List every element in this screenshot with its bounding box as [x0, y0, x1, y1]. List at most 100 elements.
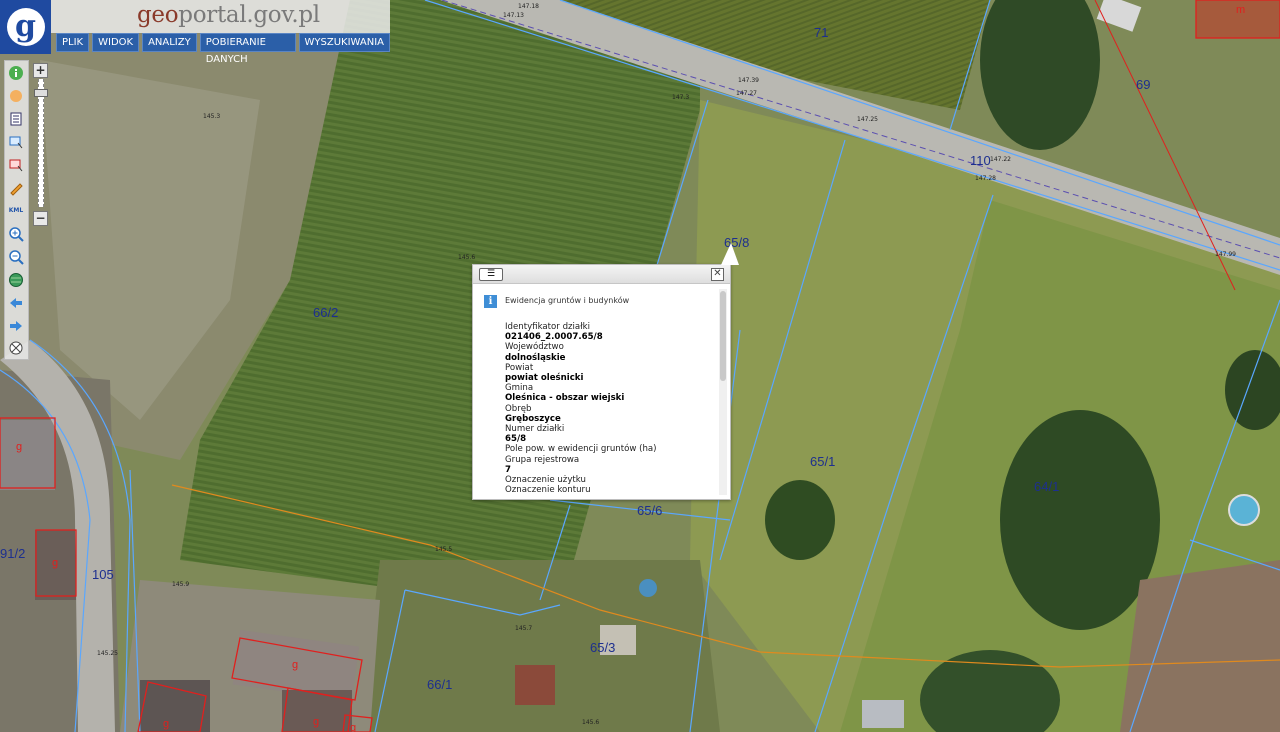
parcel-label: 65/1 — [810, 454, 835, 469]
building-mark: g — [52, 557, 58, 569]
elevation-label: 147.22 — [990, 156, 1011, 163]
tank — [639, 579, 657, 597]
feature-info-popup: ☰ ✕ i Ewidencja gruntów i budynków Ident… — [472, 243, 739, 500]
building-mark: g — [292, 659, 298, 671]
building-mark: g — [313, 716, 319, 728]
select-rect-icon[interactable] — [8, 134, 24, 150]
field-value: powiat oleśnicki — [505, 373, 584, 384]
popup-list-back-button[interactable]: ☰ — [479, 268, 503, 281]
logo-letter: g — [6, 8, 45, 46]
elevation-label: 145.5 — [435, 546, 452, 553]
parcel-label: 66/2 — [313, 305, 338, 320]
building-mark: g — [350, 722, 356, 732]
menu-analizy[interactable]: ANALIZY — [142, 33, 197, 52]
globe-icon[interactable] — [8, 272, 24, 288]
field-value: Gręboszyce — [505, 413, 561, 424]
clear-icon[interactable] — [8, 340, 24, 356]
elevation-label: 147.3 — [672, 94, 689, 101]
yard-right — [1120, 560, 1280, 732]
parcel-label: 91/2 — [0, 546, 25, 561]
parcel-attributes: Identyfikator działki 021406_2.0007.65/8… — [505, 322, 710, 495]
zoom-out-button[interactable]: − — [33, 211, 48, 226]
popup-scrollbar-thumb[interactable] — [720, 291, 726, 381]
zoom-slider-handle[interactable] — [34, 89, 48, 97]
parcel-label: 64/1 — [1034, 479, 1059, 494]
parcel-label: 105 — [92, 567, 114, 582]
parcel-label: 65/6 — [637, 503, 662, 518]
field-value: 65/8 — [505, 434, 527, 445]
elevation-label: 145.9 — [172, 581, 189, 588]
field-label: Województwo — [505, 342, 564, 353]
app-header: g geoportal.gov.pl PLIK WIDOK ANALIZY PO… — [0, 0, 390, 65]
info-icon: i — [484, 295, 497, 308]
field-value: 7 — [505, 464, 511, 475]
tree-cluster — [1000, 410, 1160, 630]
parcel-label: 71 — [814, 25, 828, 40]
field-label: Powiat — [505, 362, 534, 373]
geoportal-logo[interactable]: g — [0, 0, 51, 54]
elevation-label: 145.6 — [582, 719, 599, 726]
tool-panel: KML — [4, 60, 29, 360]
close-icon[interactable]: ✕ — [711, 268, 724, 281]
select-area-icon[interactable] — [8, 157, 24, 173]
zoom-in-icon[interactable] — [8, 226, 24, 242]
elevation-label: 145.6 — [458, 254, 475, 261]
field-label: Gmina — [505, 383, 534, 394]
menu-wyszukiwania[interactable]: WYSZUKIWANIA — [298, 33, 390, 52]
elevation-label: 147.13 — [503, 12, 524, 19]
popup-body: i Ewidencja gruntów i budynków Identyfik… — [473, 284, 715, 498]
elevation-label: 147.25 — [857, 116, 878, 123]
main-menu: PLIK WIDOK ANALIZY POBIERANIE DANYCH WYS… — [56, 33, 390, 65]
building — [862, 700, 904, 728]
building — [0, 420, 55, 490]
gardens — [360, 560, 720, 732]
tree — [765, 480, 835, 560]
building-mark: g — [163, 718, 169, 730]
elevation-label: 147.39 — [738, 77, 759, 84]
building-mark: g — [16, 441, 22, 453]
pencil-icon[interactable] — [8, 180, 24, 196]
field-label: Numer działki — [505, 424, 565, 435]
zoom-out-icon[interactable] — [8, 249, 24, 265]
site-title-rest: portal.gov.pl — [178, 2, 320, 28]
popup-pointer — [721, 243, 739, 265]
arrow-back-icon[interactable] — [8, 295, 24, 311]
menu-widok[interactable]: WIDOK — [92, 33, 140, 52]
info-icon[interactable] — [8, 65, 24, 81]
elevation-label: 145.25 — [97, 650, 118, 657]
field-label: Oznaczenie użytku — [505, 475, 586, 486]
field-label: Grupa rejestrowa — [505, 454, 580, 465]
elevation-label: 147.28 — [975, 175, 996, 182]
field-value: 021406_2.0007.65/8 — [505, 332, 603, 343]
parcel-label: 65/3 — [590, 640, 615, 655]
parcel-label: 66/1 — [427, 677, 452, 692]
elevation-label: 147.18 — [518, 3, 539, 10]
menu-plik[interactable]: PLIK — [56, 33, 90, 52]
arrow-forward-icon[interactable] — [8, 318, 24, 334]
zoom-in-button[interactable]: + — [33, 63, 48, 78]
site-title-prefix: geo — [137, 2, 179, 28]
pool — [1228, 494, 1260, 526]
building — [515, 665, 555, 705]
building — [140, 680, 210, 732]
field-value: Oleśnica - obszar wiejski — [505, 393, 625, 404]
layers-list-icon[interactable] — [8, 111, 24, 127]
elevation-label: 147.99 — [1215, 251, 1236, 258]
elevation-label: 145.3 — [203, 113, 220, 120]
building-mark: m — [1236, 4, 1245, 16]
zoom-slider-track[interactable] — [38, 79, 44, 207]
elevation-label: 147.27 — [736, 90, 757, 97]
field-label: Identyfikator działki — [505, 322, 591, 332]
popup-header: ☰ ✕ — [473, 265, 730, 284]
elevation-label: 145.7 — [515, 625, 532, 632]
field-label: Obręb — [505, 403, 532, 414]
section-title: Ewidencja gruntów i budynków — [505, 296, 630, 305]
menu-pobieranie-danych[interactable]: POBIERANIE DANYCH — [199, 33, 296, 65]
parcel-label: 110 — [970, 153, 991, 168]
field-value: dolnośląskie — [505, 352, 566, 363]
site-title: geoportal.gov.pl — [137, 2, 320, 28]
field-label: Oznaczenie konturu — [505, 485, 591, 496]
kml-icon[interactable]: KML — [8, 203, 24, 219]
title-bar: geoportal.gov.pl — [51, 0, 390, 33]
pan-hand-icon[interactable] — [8, 88, 24, 104]
